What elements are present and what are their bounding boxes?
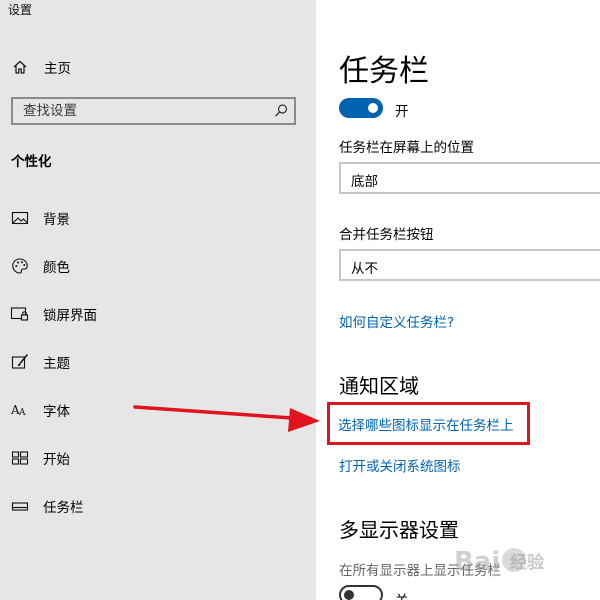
toggle-knob [368, 103, 378, 113]
combine-label: 合并任务栏按钮 [339, 227, 434, 243]
sidebar-item-label: 背景 [43, 212, 70, 228]
window-title: 设置 [8, 3, 33, 17]
combine-value: 从不 [351, 261, 378, 277]
choose-icons-link[interactable]: 选择哪些图标显示在任务栏上 [338, 414, 514, 434]
sidebar-item-label: 开始 [43, 452, 70, 468]
main-content: 任务栏 开 任务栏在屏幕上的位置 底部 合并任务栏按钮 从不 如何自定义任务栏?… [316, 0, 600, 600]
sidebar-item-start[interactable]: 开始 [0, 441, 316, 475]
picture-icon [10, 209, 30, 227]
search-box[interactable] [11, 97, 296, 125]
multi-display-header: 多显示器设置 [339, 518, 459, 542]
start-tiles-icon [10, 449, 30, 467]
customize-taskbar-link[interactable]: 如何自定义任务栏? [339, 311, 454, 331]
font-icon: AA [10, 401, 30, 419]
sidebar-item-lock-screen[interactable]: 锁屏界面 [0, 297, 316, 331]
multi-display-state-label: 关 [395, 589, 409, 600]
sidebar-item-label: 颜色 [43, 260, 70, 276]
taskbar-lock-toggle[interactable] [339, 98, 383, 118]
toggle-state-label: 开 [395, 104, 409, 120]
sidebar-item-label: 主题 [43, 356, 70, 372]
lock-screen-icon [10, 305, 30, 323]
page-title: 任务栏 [339, 54, 429, 89]
sidebar-item-themes[interactable]: 主题 [0, 345, 316, 379]
section-header-personalization: 个性化 [11, 154, 52, 170]
search-input[interactable] [13, 99, 273, 123]
svg-text:A: A [18, 408, 26, 418]
search-icon[interactable] [272, 102, 290, 120]
toggle-knob [344, 590, 354, 600]
sidebar-item-label: 任务栏 [43, 500, 84, 516]
sidebar-item-label: 主页 [44, 61, 71, 77]
combine-dropdown[interactable]: 从不 [339, 249, 600, 281]
sidebar-item-label: 锁屏界面 [43, 308, 97, 324]
theme-brush-icon [10, 353, 30, 371]
sidebar-item-background[interactable]: 背景 [0, 201, 316, 235]
position-dropdown[interactable]: 底部 [339, 162, 600, 194]
system-icons-link[interactable]: 打开或关闭系统图标 [339, 455, 461, 475]
sidebar-item-label: 字体 [43, 404, 70, 420]
sidebar-item-fonts[interactable]: AA 字体 [0, 393, 316, 427]
multi-display-label: 在所有显示器上显示任务栏 [339, 563, 501, 579]
sidebar-item-colors[interactable]: 颜色 [0, 249, 316, 283]
notification-area-header: 通知区域 [339, 374, 419, 398]
position-value: 底部 [351, 174, 378, 190]
sidebar-item-taskbar[interactable]: 任务栏 [0, 489, 316, 523]
palette-icon [10, 257, 30, 275]
settings-window: 设置 主页 个性化 背景 颜色 [0, 0, 600, 600]
sidebar-item-home[interactable]: 主页 [0, 50, 316, 84]
sidebar: 设置 主页 个性化 背景 颜色 [0, 0, 316, 600]
multi-display-toggle[interactable] [339, 585, 383, 600]
position-label: 任务栏在屏幕上的位置 [339, 140, 474, 156]
home-icon [11, 58, 29, 76]
taskbar-icon [10, 497, 30, 515]
